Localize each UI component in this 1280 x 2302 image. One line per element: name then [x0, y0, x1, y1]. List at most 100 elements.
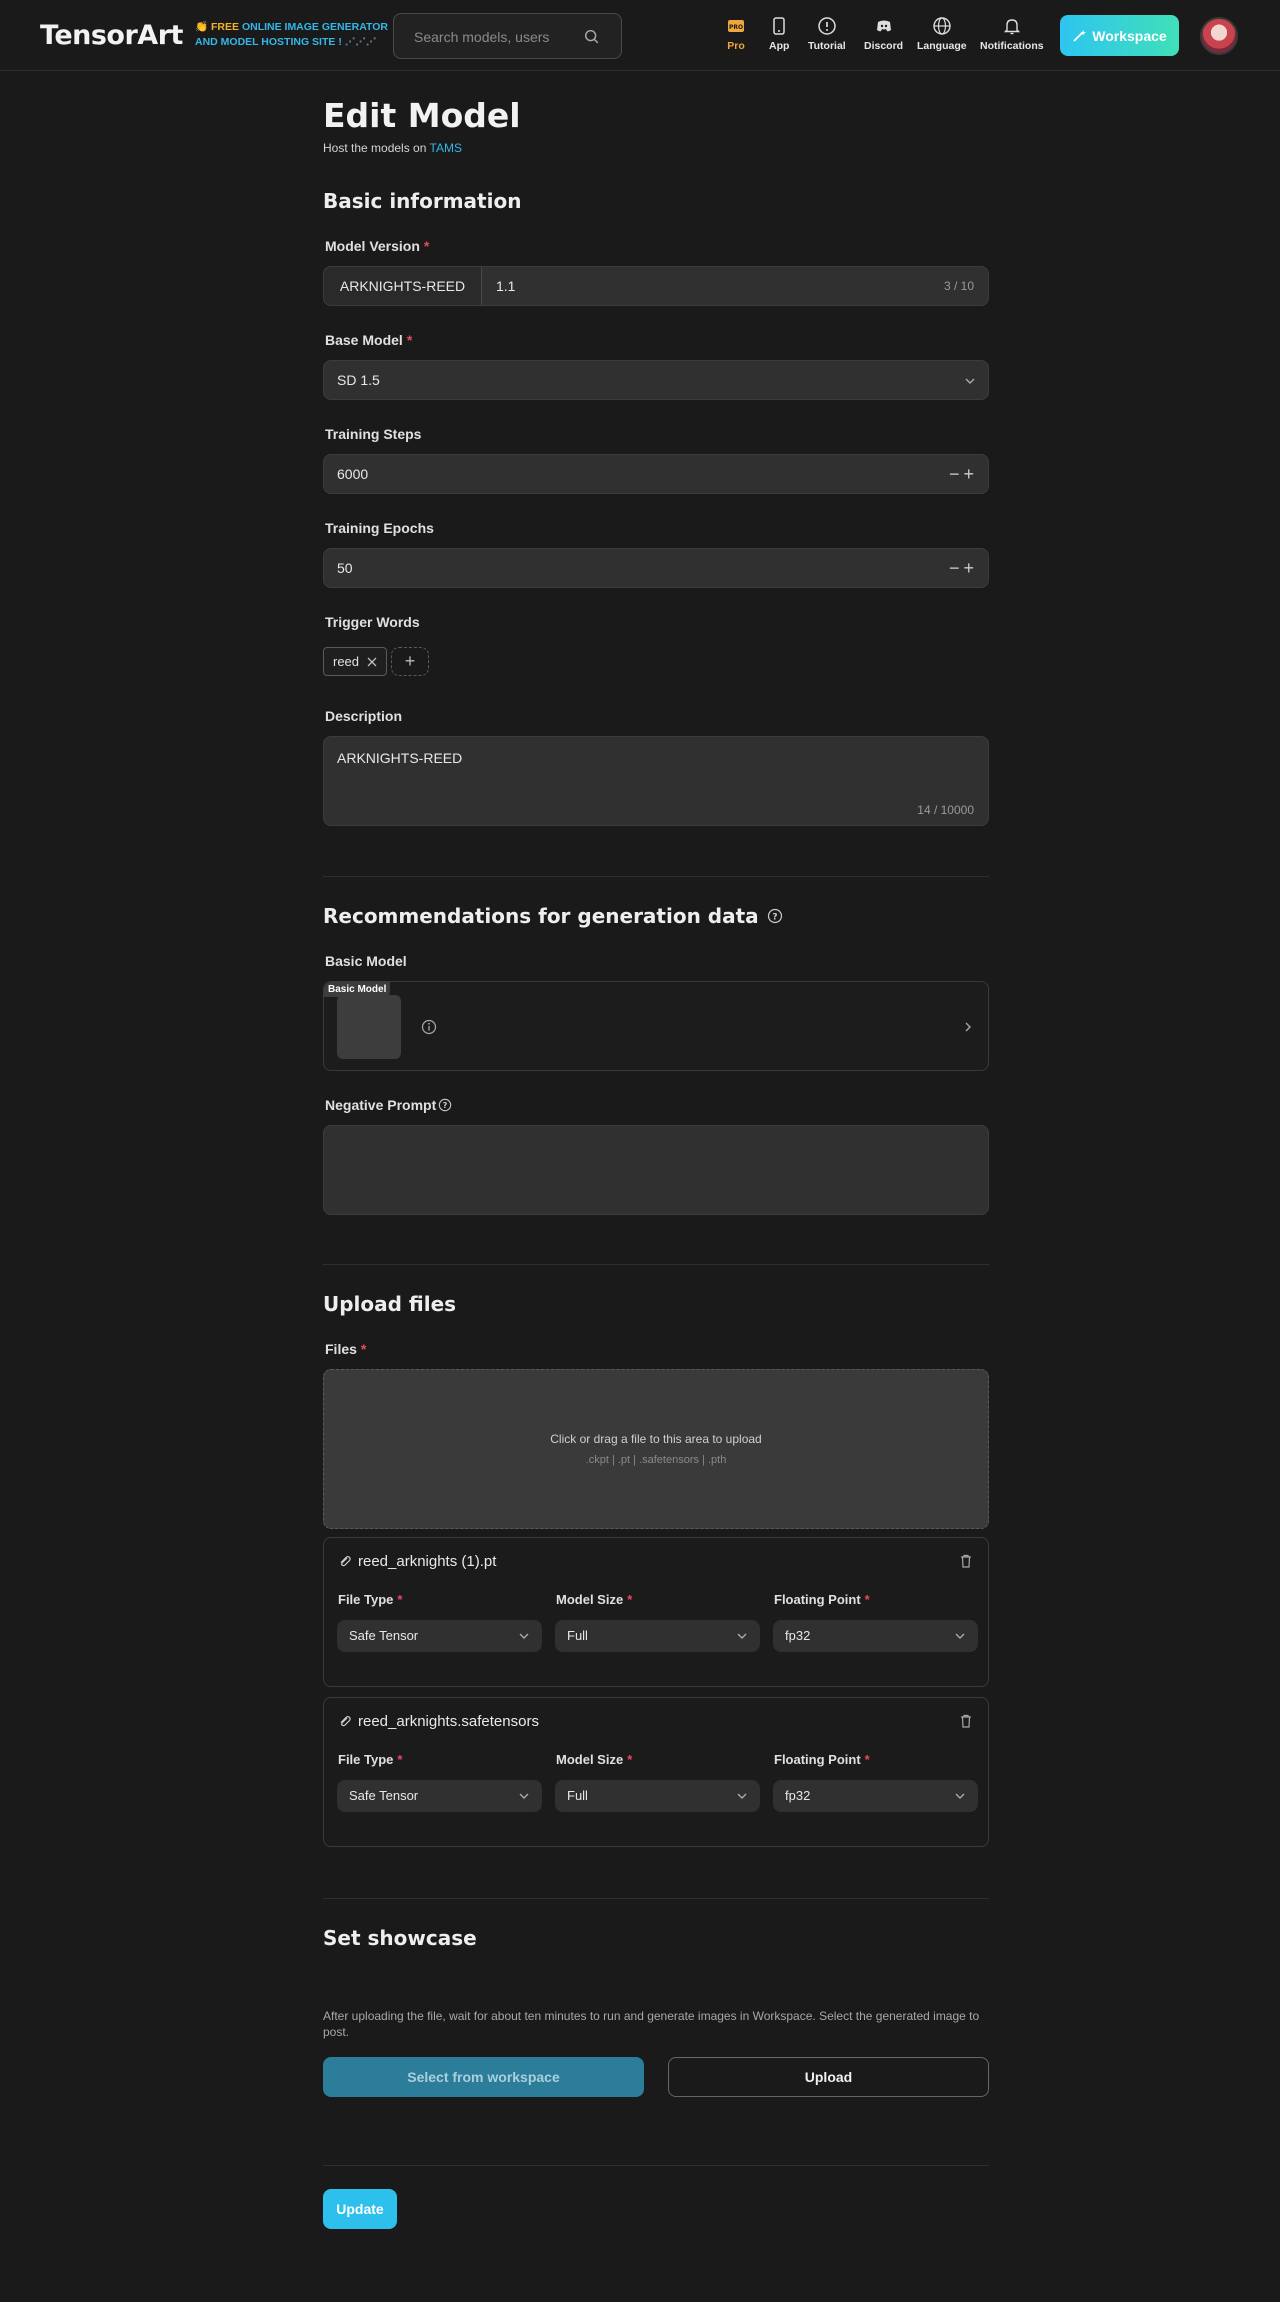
- info-circle-icon: [818, 17, 836, 35]
- model-version-field[interactable]: ARKNIGHTS-REED 1.1 3 / 10: [323, 266, 989, 306]
- model-version-prefix: ARKNIGHTS-REED: [324, 267, 482, 305]
- nav-discord[interactable]: Discord: [864, 16, 903, 52]
- showcase-info: After uploading the file, wait for about…: [323, 2009, 980, 2039]
- file-type-select[interactable]: Safe Tensor: [337, 1780, 542, 1812]
- negative-prompt-label: Negative Prompt ?: [325, 1097, 452, 1113]
- training-steps-input[interactable]: 6000: [337, 466, 368, 482]
- description-counter: 14 / 10000: [917, 803, 974, 817]
- help-circle-icon[interactable]: ?: [438, 1098, 452, 1112]
- divider: [323, 1898, 989, 1899]
- minus-icon[interactable]: −: [949, 558, 964, 578]
- nav-pro[interactable]: PRO Pro: [726, 16, 746, 52]
- chevron-down-icon: [737, 1793, 747, 1799]
- chevron-down-icon: [737, 1633, 747, 1639]
- select-from-workspace-button[interactable]: Select from workspace: [323, 2057, 644, 2097]
- divider: [323, 1264, 989, 1265]
- base-model-select[interactable]: SD 1.5: [323, 360, 989, 400]
- bell-icon: [1003, 19, 1020, 35]
- update-button[interactable]: Update: [323, 2189, 397, 2229]
- basic-model-badge: Basic Model: [324, 982, 391, 997]
- file-card: reed_arknights (1).pt File Type * Model S…: [323, 1537, 989, 1687]
- trigger-words-label: Trigger Words: [325, 614, 420, 630]
- chevron-down-icon: [965, 378, 975, 384]
- section-basic-info: Basic information: [323, 189, 522, 213]
- chevron-right-icon: [965, 1022, 971, 1032]
- trash-icon[interactable]: [958, 1713, 974, 1729]
- floating-point-select[interactable]: fp32: [773, 1780, 978, 1812]
- minus-icon[interactable]: −: [949, 464, 964, 484]
- floating-point-label: Floating Point *: [774, 1752, 870, 1767]
- globe-icon: [933, 17, 951, 35]
- svg-text:PRO: PRO: [729, 24, 743, 31]
- basic-model-thumbnail: [337, 995, 401, 1059]
- upload-button[interactable]: Upload: [668, 2057, 989, 2097]
- file-name: reed_arknights.safetensors: [338, 1713, 539, 1730]
- training-epochs-stepper[interactable]: −+: [949, 558, 978, 579]
- dropzone-text: Click or drag a file to this area to upl…: [550, 1432, 762, 1446]
- section-upload-files: Upload files: [323, 1292, 457, 1316]
- training-steps-field[interactable]: 6000 −+: [323, 454, 989, 494]
- training-epochs-label: Training Epochs: [325, 520, 434, 536]
- paperclip-icon: [340, 1715, 351, 1726]
- search-icon[interactable]: [583, 28, 601, 46]
- plus-icon: +: [404, 651, 416, 671]
- host-note: Host the models on TAMS: [323, 141, 462, 155]
- model-size-select[interactable]: Full: [555, 1780, 760, 1812]
- add-trigger-word-button[interactable]: +: [391, 647, 429, 676]
- chevron-down-icon: [519, 1793, 529, 1799]
- chevron-down-icon: [955, 1633, 965, 1639]
- section-set-showcase: Set showcase: [323, 1926, 477, 1950]
- file-type-label: File Type *: [338, 1752, 403, 1767]
- workspace-button[interactable]: Workspace: [1060, 15, 1179, 56]
- chevron-down-icon: [955, 1793, 965, 1799]
- info-icon[interactable]: [421, 1019, 437, 1035]
- avatar[interactable]: [1200, 17, 1238, 55]
- description-label: Description: [325, 708, 403, 724]
- close-icon[interactable]: [367, 657, 377, 667]
- clap-icon: 👏: [195, 21, 209, 33]
- nav-language[interactable]: Language: [917, 16, 967, 52]
- divider: [323, 876, 989, 877]
- training-steps-label: Training Steps: [325, 426, 422, 442]
- search-input[interactable]: [414, 27, 574, 47]
- plus-icon[interactable]: +: [963, 558, 978, 578]
- file-card: reed_arknights.safetensors File Type * Mo…: [323, 1697, 989, 1847]
- negative-prompt-textarea[interactable]: [323, 1125, 989, 1215]
- section-recommendations: Recommendations for generation data ?: [323, 904, 783, 928]
- training-steps-stepper[interactable]: −+: [949, 464, 978, 485]
- tams-link[interactable]: TAMS: [430, 141, 462, 155]
- training-epochs-field[interactable]: 50 −+: [323, 548, 989, 588]
- file-dropzone[interactable]: Click or drag a file to this area to upl…: [323, 1369, 989, 1529]
- trash-icon[interactable]: [958, 1553, 974, 1569]
- file-type-select[interactable]: Safe Tensor: [337, 1620, 542, 1652]
- model-version-input[interactable]: 1.1: [496, 278, 515, 294]
- base-model-value: SD 1.5: [337, 372, 380, 388]
- pro-icon: PRO: [728, 20, 744, 32]
- divider: [323, 2165, 989, 2166]
- basic-model-label: Basic Model: [325, 953, 407, 969]
- model-size-label: Model Size *: [556, 1592, 633, 1607]
- model-size-label: Model Size *: [556, 1752, 633, 1767]
- help-circle-icon[interactable]: ?: [767, 908, 783, 924]
- model-size-select[interactable]: Full: [555, 1620, 760, 1652]
- floating-point-label: Floating Point *: [774, 1592, 870, 1607]
- trigger-word-tag: reed: [323, 647, 388, 676]
- logo[interactable]: TensorArt: [40, 20, 183, 51]
- plus-icon[interactable]: +: [963, 464, 978, 484]
- nav-tutorial[interactable]: Tutorial: [808, 16, 846, 52]
- page-title: Edit Model: [323, 96, 521, 135]
- description-value: ARKNIGHTS-REED: [337, 750, 463, 766]
- floating-point-select[interactable]: fp32: [773, 1620, 978, 1652]
- phone-icon: [773, 17, 785, 35]
- description-textarea[interactable]: ARKNIGHTS-REED 14 / 10000: [323, 736, 989, 826]
- basic-model-selector[interactable]: Basic Model: [323, 981, 989, 1071]
- discord-icon: [876, 20, 891, 32]
- search-box[interactable]: [393, 13, 622, 59]
- tagline: 👏 FREE ONLINE IMAGE GENERATOR AND MODEL …: [195, 21, 388, 48]
- model-version-label: Model Version *: [325, 238, 430, 254]
- svg-text:?: ?: [443, 1101, 448, 1110]
- nav-app[interactable]: App: [769, 16, 789, 52]
- training-epochs-input[interactable]: 50: [337, 560, 353, 576]
- nav-notifications[interactable]: Notifications: [980, 16, 1044, 52]
- svg-text:?: ?: [772, 913, 777, 923]
